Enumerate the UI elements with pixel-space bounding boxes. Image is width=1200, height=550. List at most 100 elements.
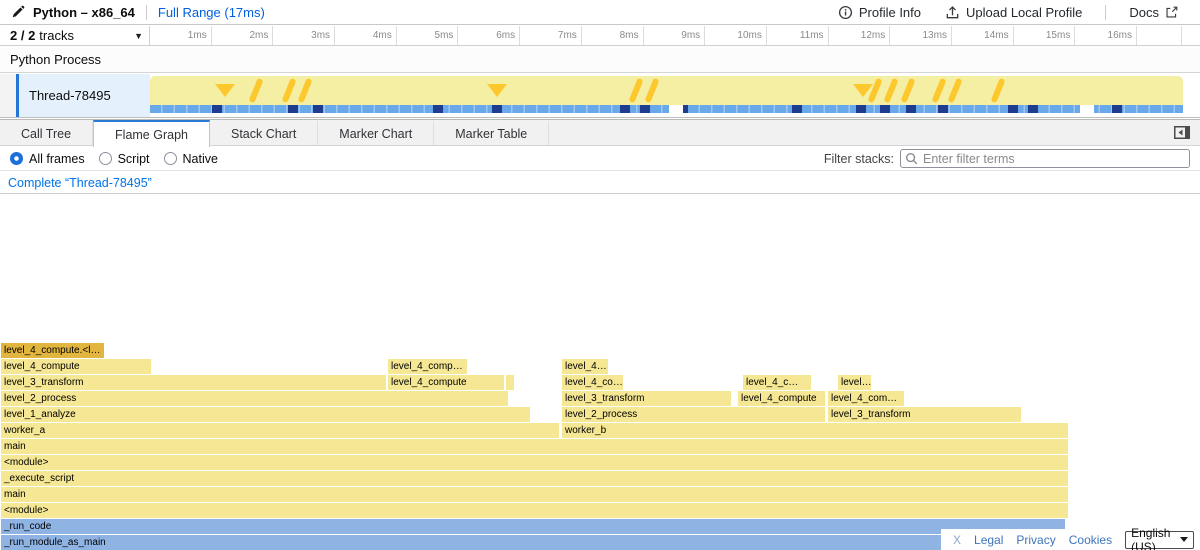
- marker-triangle-icon[interactable]: [487, 84, 507, 97]
- flame-bar[interactable]: <module>: [1, 503, 1068, 518]
- tracks-count: 2 / 2 tracks ▼: [0, 26, 150, 45]
- thread-activity-track[interactable]: [150, 76, 1183, 115]
- marker-slash-icon[interactable]: [991, 78, 1006, 103]
- thread-track-label[interactable]: Thread-78495: [16, 74, 150, 117]
- footer-link-privacy[interactable]: Privacy: [1016, 533, 1055, 547]
- search-icon: [905, 152, 918, 168]
- flame-bar[interactable]: level_4…: [562, 359, 608, 374]
- radio-all-frames[interactable]: [10, 152, 23, 165]
- marker-slash-icon[interactable]: [932, 78, 947, 103]
- tracks-dropdown-icon[interactable]: ▼: [134, 31, 143, 41]
- footer-link-x[interactable]: X: [953, 533, 961, 547]
- cpu-sample-strip[interactable]: [150, 105, 1183, 113]
- ruler-tick: 15ms: [1014, 26, 1076, 45]
- ruler-tick: 16ms: [1075, 26, 1137, 45]
- tab-call-tree[interactable]: Call Tree: [0, 120, 93, 145]
- profile-info-button[interactable]: Profile Info: [826, 5, 933, 20]
- flame-bar[interactable]: level_4_compute.<l…: [1, 343, 104, 358]
- docs-button[interactable]: Docs: [1117, 5, 1190, 20]
- radio-script-label[interactable]: Script: [118, 152, 150, 166]
- cpu-busy-segment: [880, 105, 890, 113]
- track-python-process[interactable]: Python Process: [0, 47, 1200, 73]
- marker-slash-icon[interactable]: [868, 78, 883, 103]
- flame-bar[interactable]: level_4_compute: [738, 391, 825, 406]
- flame-bar[interactable]: worker_a: [1, 423, 559, 438]
- cpu-busy-segment: [620, 105, 630, 113]
- marker-slash-icon[interactable]: [298, 78, 313, 103]
- flame-bar[interactable]: main: [1, 439, 1068, 454]
- tab-flame-graph[interactable]: Flame Graph: [93, 120, 210, 147]
- ruler-tick: 3ms: [273, 26, 335, 45]
- ruler-tick: 9ms: [644, 26, 706, 45]
- marker-slash-icon[interactable]: [901, 78, 916, 103]
- tab-marker-table[interactable]: Marker Table: [434, 120, 549, 145]
- chevron-down-icon: [1180, 537, 1188, 542]
- flame-bar[interactable]: level_3_transform: [828, 407, 1021, 422]
- process-track-label: Python Process: [10, 52, 101, 67]
- flame-bar[interactable]: main: [1, 487, 1068, 502]
- marker-slash-icon[interactable]: [948, 78, 963, 103]
- flame-bar[interactable]: [506, 375, 514, 390]
- filter-stacks-label: Filter stacks:: [824, 152, 894, 166]
- flame-bar[interactable]: <module>: [1, 455, 1068, 470]
- filter-stacks-input[interactable]: [900, 149, 1190, 168]
- marker-slash-icon[interactable]: [282, 78, 297, 103]
- flame-bar[interactable]: level_4_compute: [1, 359, 151, 374]
- profile-title: Python – x86_64: [33, 5, 135, 20]
- sidebar-toggle-icon[interactable]: [1174, 126, 1190, 139]
- flame-bar[interactable]: _run_module_as_main: [1, 535, 1068, 550]
- marker-slash-icon[interactable]: [884, 78, 899, 103]
- cpu-idle-segment: [1080, 105, 1094, 113]
- ruler-tick: 1ms: [150, 26, 212, 45]
- flame-graph-canvas[interactable]: level_4_compute.<l…level_4_computelevel_…: [0, 195, 1200, 550]
- flame-bar[interactable]: level…: [838, 375, 871, 390]
- cpu-busy-segment: [1112, 105, 1122, 113]
- flame-bar[interactable]: level_1_analyze: [1, 407, 530, 422]
- marker-triangle-icon[interactable]: [215, 84, 235, 97]
- radio-native[interactable]: [164, 152, 177, 165]
- flame-bar[interactable]: level_4_co…: [562, 375, 623, 390]
- breadcrumb[interactable]: Complete “Thread-78495”: [0, 176, 152, 190]
- flame-bar[interactable]: level_4_compute: [388, 375, 504, 390]
- flame-bar[interactable]: level_4_com…: [828, 391, 904, 406]
- profile-name-button[interactable]: Python – x86_64: [0, 5, 135, 20]
- upload-local-profile-button[interactable]: Upload Local Profile: [933, 5, 1094, 20]
- cpu-busy-segment: [433, 105, 443, 113]
- ruler-tick: 12ms: [829, 26, 891, 45]
- edit-pencil-icon: [11, 5, 25, 19]
- tab-stack-chart[interactable]: Stack Chart: [210, 120, 318, 145]
- ruler-tick: 5ms: [397, 26, 459, 45]
- flame-bar[interactable]: _run_code: [1, 519, 1065, 534]
- radio-native-label[interactable]: Native: [183, 152, 218, 166]
- marker-slash-icon[interactable]: [645, 78, 660, 103]
- header-separator-2: [1105, 5, 1106, 20]
- flame-bar[interactable]: level_2_process: [1, 391, 508, 406]
- flame-bar[interactable]: worker_b: [562, 423, 1068, 438]
- ruler-tick: 11ms: [767, 26, 829, 45]
- marker-slash-icon[interactable]: [249, 78, 264, 103]
- footer-link-legal[interactable]: Legal: [974, 533, 1003, 547]
- radio-script[interactable]: [99, 152, 112, 165]
- ruler-tick: 4ms: [335, 26, 397, 45]
- tab-marker-chart[interactable]: Marker Chart: [318, 120, 434, 145]
- full-range-link[interactable]: Full Range (17ms): [158, 5, 265, 20]
- time-ruler[interactable]: 1ms2ms3ms4ms5ms6ms7ms8ms9ms10ms11ms12ms1…: [150, 26, 1182, 45]
- ruler-tick: 13ms: [890, 26, 952, 45]
- cpu-busy-segment: [906, 105, 916, 113]
- marker-lane[interactable]: [150, 76, 1183, 105]
- footer-bar: X Legal Privacy Cookies English (US): [941, 529, 1200, 550]
- marker-slash-icon[interactable]: [629, 78, 644, 103]
- panel-tabbar: Call Tree Flame Graph Stack Chart Marker…: [0, 119, 1200, 146]
- flame-bar[interactable]: _execute_script: [1, 471, 1068, 486]
- flame-bar[interactable]: level_4_c…: [743, 375, 811, 390]
- radio-all-frames-label[interactable]: All frames: [29, 152, 85, 166]
- flame-bar[interactable]: level_3_transform: [562, 391, 731, 406]
- flame-bar[interactable]: level_2_process: [562, 407, 825, 422]
- track-thread[interactable]: Thread-78495: [0, 74, 1200, 118]
- language-select[interactable]: English (US): [1125, 531, 1194, 549]
- flame-bar[interactable]: level_3_transform: [1, 375, 386, 390]
- footer-link-cookies[interactable]: Cookies: [1069, 533, 1112, 547]
- cpu-busy-segment: [856, 105, 866, 113]
- panel-settings: All frames Script Native Filter stacks:: [0, 147, 1200, 171]
- flame-bar[interactable]: level_4_comp…: [388, 359, 467, 374]
